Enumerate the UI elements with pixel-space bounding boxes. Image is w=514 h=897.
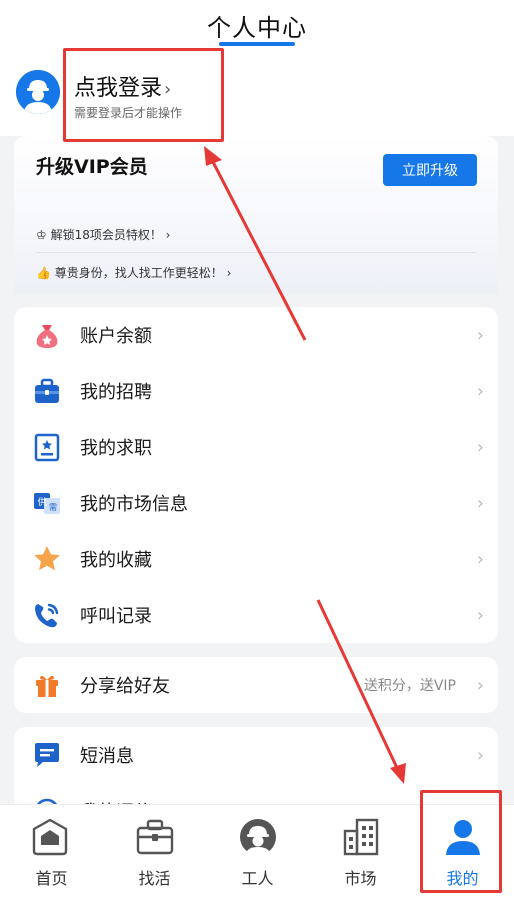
annotation-arrows	[204, 146, 406, 784]
arrow-head	[204, 146, 222, 166]
arrow-head	[390, 763, 406, 784]
